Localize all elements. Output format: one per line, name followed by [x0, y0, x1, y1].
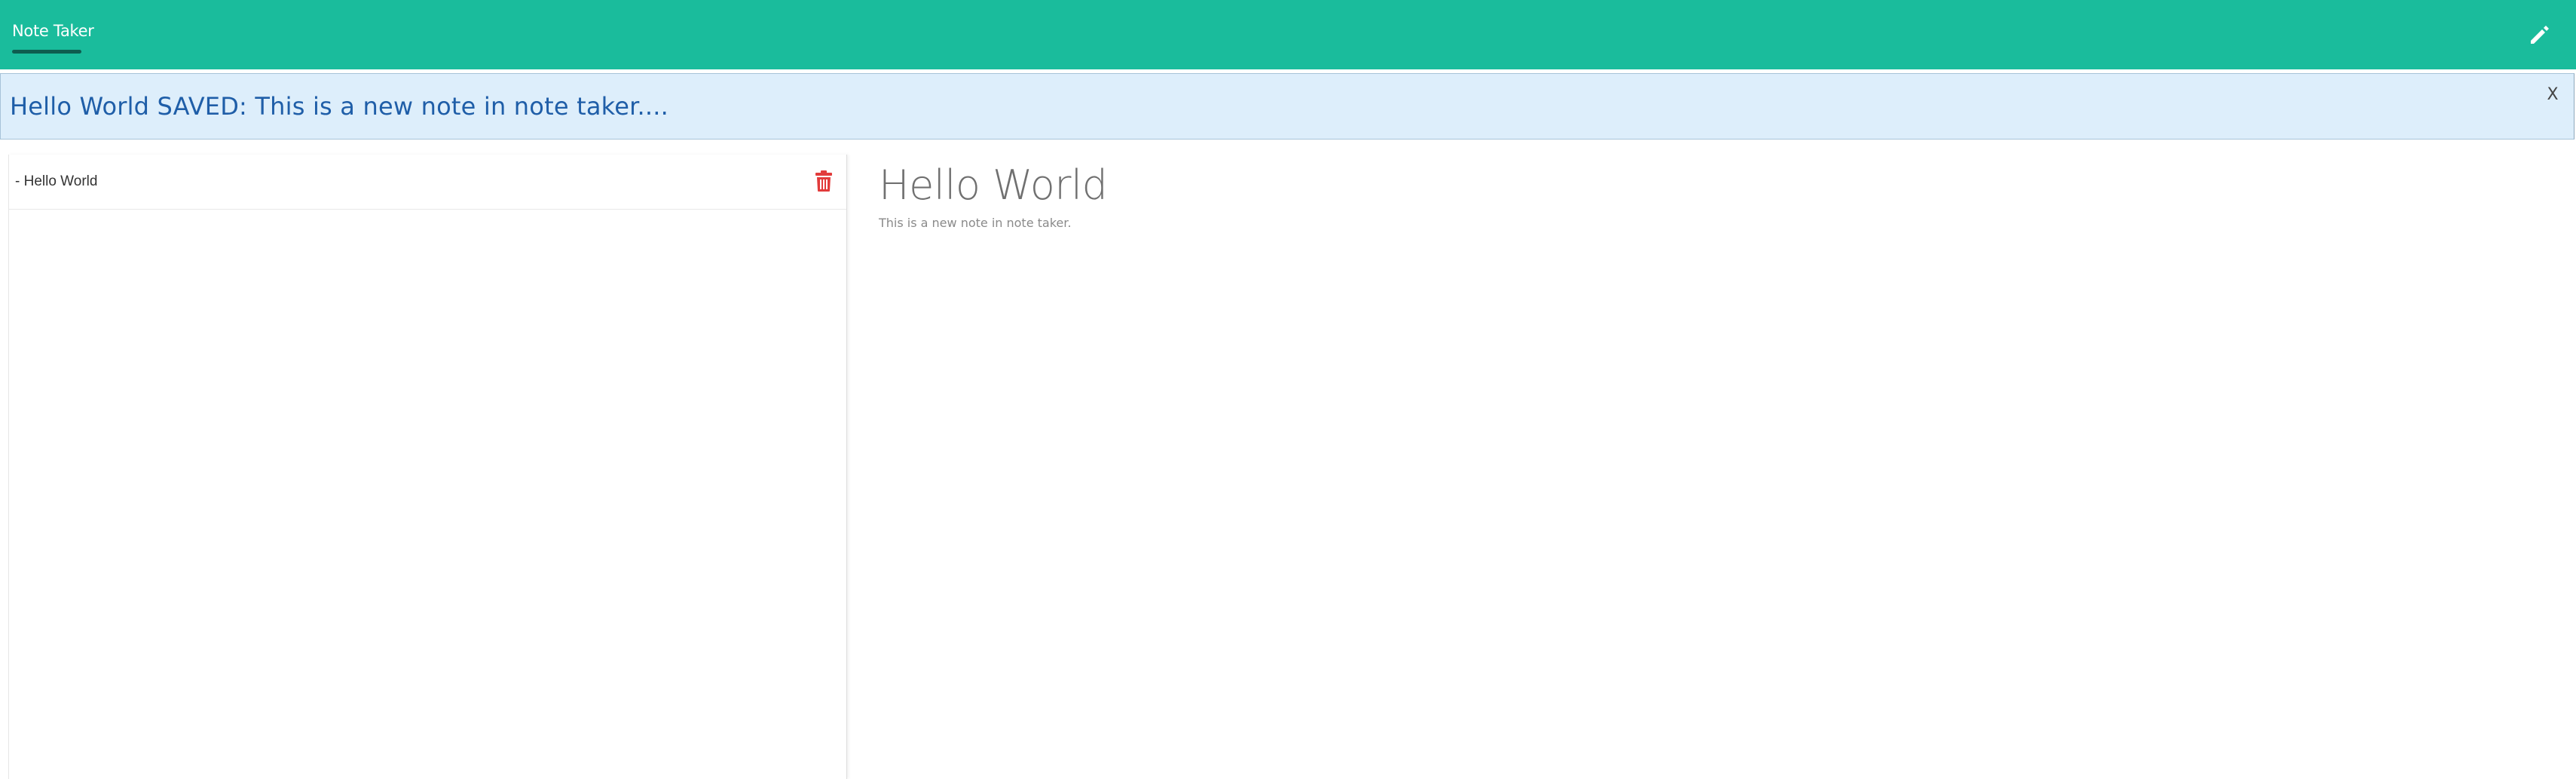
note-list-item-label: - Hello World — [15, 173, 98, 189]
brand-link[interactable]: Note Taker — [12, 21, 94, 41]
brand-active-underline — [12, 50, 81, 54]
trash-icon — [815, 170, 832, 192]
note-detail: Hello World This is a new note in note t… — [849, 155, 2567, 779]
top-navbar: Note Taker — [0, 0, 2576, 69]
save-alert: Hello World SAVED: This is a new note in… — [0, 73, 2574, 140]
delete-note-button[interactable] — [814, 170, 834, 192]
alert-message: Hello World SAVED: This is a new note in… — [10, 92, 669, 121]
notes-sidebar: - Hello World — [8, 155, 847, 779]
note-list-item[interactable]: - Hello World — [9, 155, 846, 210]
note-body: This is a new note in note taker. — [879, 216, 1072, 230]
alert-close-button[interactable]: X — [2542, 84, 2563, 106]
note-title: Hello World — [879, 161, 1108, 209]
pencil-icon — [2531, 26, 2549, 44]
new-note-button[interactable] — [2522, 17, 2558, 53]
